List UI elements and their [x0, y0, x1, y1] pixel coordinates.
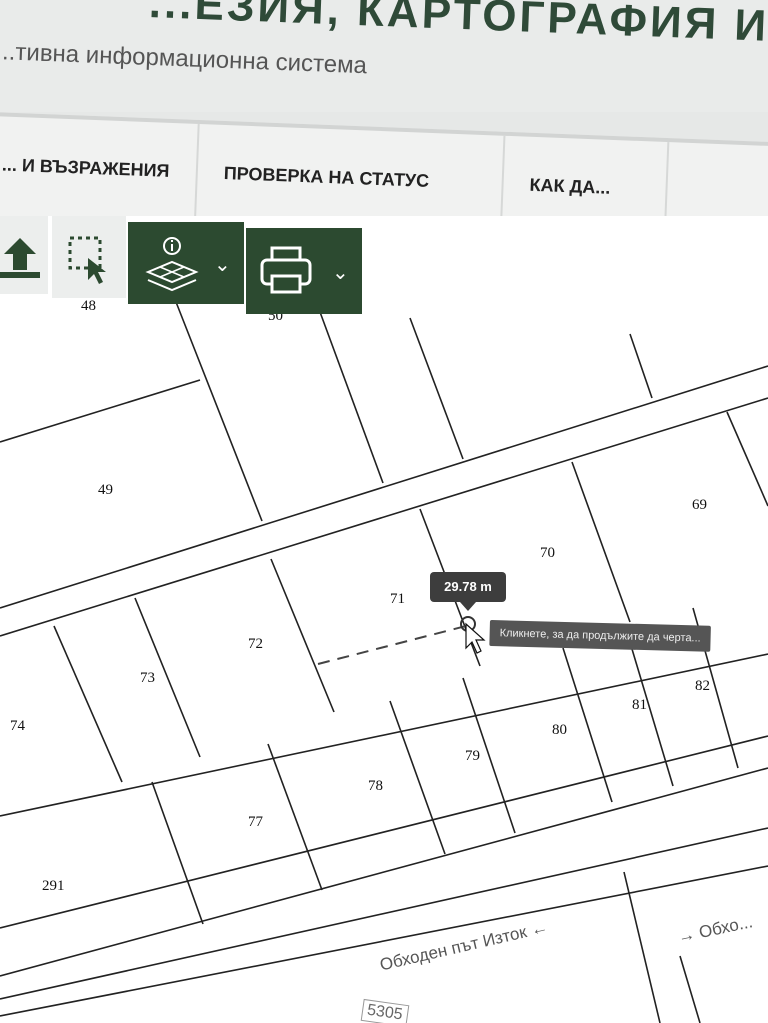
parcel-label: 71: [390, 591, 405, 607]
parcel-boundary: [151, 781, 204, 925]
chevron-down-icon: ⌄: [214, 254, 231, 276]
parcel-row-lower-edge: [0, 767, 768, 977]
parcel-label: 72: [248, 636, 263, 652]
parcel-boundary: [270, 558, 335, 713]
mouse-cursor: [465, 622, 486, 654]
parcel-boundary: [409, 317, 464, 460]
area-select-button[interactable]: [52, 216, 126, 298]
parcel-boundary: [562, 647, 613, 803]
parcel-label: 70: [540, 545, 555, 561]
parcel-label: 78: [368, 778, 383, 794]
map-toolbar: ⌄ ⌄: [0, 216, 768, 326]
parcel-boundary: [629, 333, 653, 399]
parcel-boundary: [0, 379, 201, 443]
parcel-label: 73: [140, 670, 155, 686]
chevron-down-icon: ⌄: [332, 262, 349, 284]
upload-icon: [0, 238, 40, 278]
site-subtitle: ...тивна информационна система: [0, 38, 368, 80]
measure-line: [317, 625, 467, 665]
parcel-label: 74: [10, 718, 25, 734]
parcel-label: 79: [465, 748, 480, 764]
nav-item-objections[interactable]: ... И ВЪЗРАЖЕНИЯ: [0, 115, 200, 220]
map-viewport[interactable]: 48 50 49 69 70 71 72 73 74 82 81 80 79 7…: [0, 216, 768, 1023]
parcel-label: 81: [632, 697, 647, 713]
parcel-label: 77: [248, 814, 263, 830]
measurement-tooltip: 29.78 m: [430, 572, 506, 611]
area-select-icon: [68, 236, 106, 284]
parcel-label: 49: [98, 482, 113, 498]
parcel-label: 82: [695, 678, 710, 694]
road-edge-upper-bottom: [0, 397, 768, 637]
upload-button[interactable]: [0, 216, 48, 294]
parcel-boundary: [571, 461, 631, 623]
parcel-label: 69: [692, 497, 707, 513]
road-edge-upper-top: [0, 365, 768, 609]
parcel-boundary: [319, 311, 384, 484]
parcel-boundary: [679, 955, 701, 1023]
cadastral-map: [0, 301, 768, 1023]
parcel-label: 291: [42, 878, 65, 894]
print-button[interactable]: ⌄: [246, 228, 362, 314]
parcel-boundary: [267, 743, 323, 891]
parcel-label: 80: [552, 722, 567, 738]
info-layers-button[interactable]: ⌄: [128, 222, 244, 304]
parcel-row-bottom-edge: [0, 653, 768, 817]
parcel-boundary: [623, 871, 661, 1023]
parcel-boundary: [726, 411, 768, 507]
site-header: ...ЕЗИЯ, КАРТОГРАФИЯ И КАДАСТ... ...тивн…: [0, 0, 768, 112]
parcel-boundary: [53, 625, 123, 783]
parcel-boundary: [175, 301, 263, 522]
